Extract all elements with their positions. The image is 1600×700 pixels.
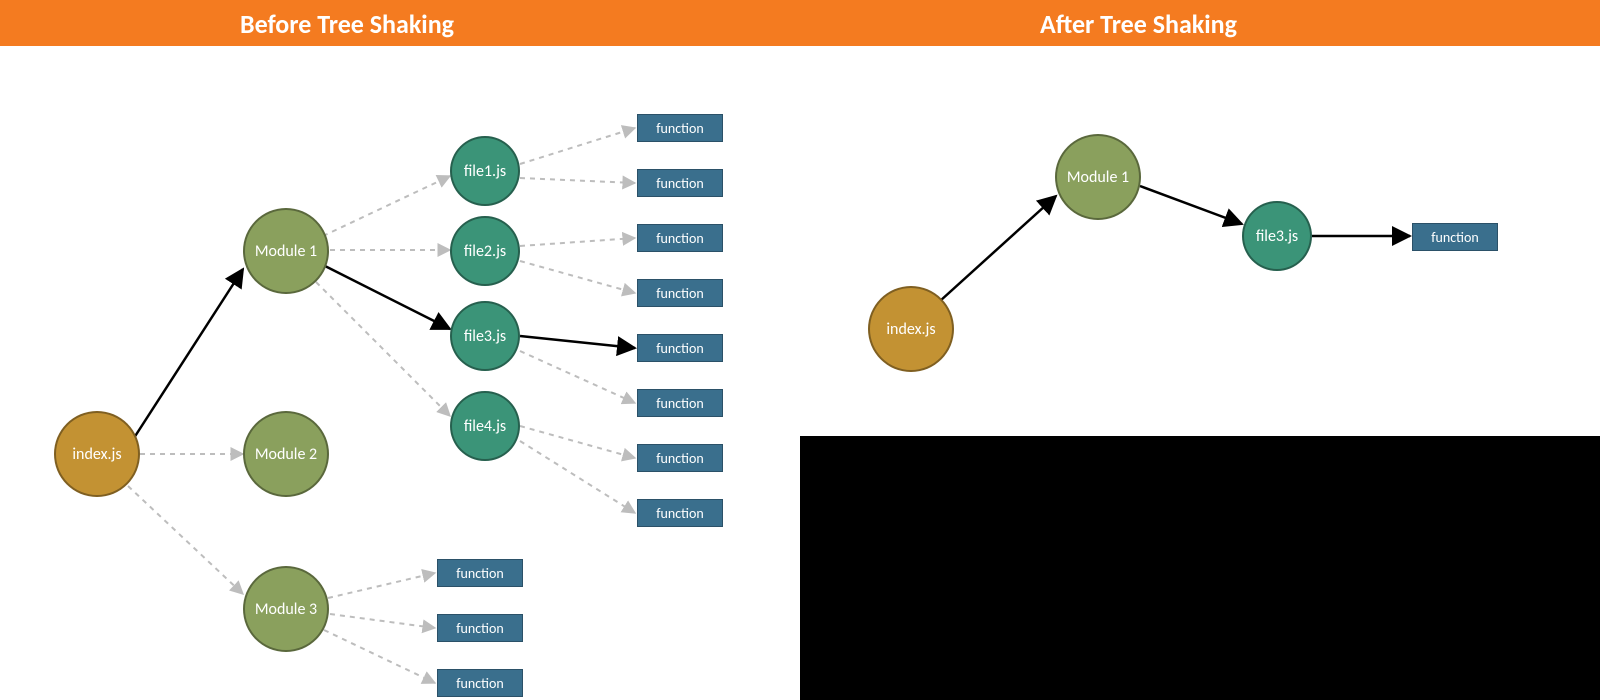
node-label: file3.js: [464, 327, 506, 346]
before-node-file4: file4.js: [450, 391, 520, 461]
before-fn-box: function: [637, 169, 723, 197]
node-label: file3.js: [1256, 227, 1298, 246]
after-node-file3: file3.js: [1242, 201, 1312, 271]
before-mod3-fn-box: function: [437, 559, 523, 587]
before-node-module2: Module 2: [243, 411, 329, 497]
before-node-module1: Module 1: [243, 208, 329, 294]
before-mod3-fn-box: function: [437, 614, 523, 642]
node-label: Module 2: [255, 445, 317, 464]
header-bar: Before Tree Shaking After Tree Shaking: [0, 0, 1600, 46]
node-label: Module 1: [255, 242, 317, 261]
before-fn-box: function: [637, 224, 723, 252]
before-fn-box: function: [637, 114, 723, 142]
after-fn-box: function: [1412, 223, 1498, 251]
before-panel: index.js Module 1 Module 2 Module 3 file…: [0, 46, 800, 700]
before-node-module3: Module 3: [243, 566, 329, 652]
after-title: After Tree Shaking: [1040, 8, 1237, 40]
before-edges: [0, 46, 800, 700]
before-node-file1: file1.js: [450, 136, 520, 206]
node-label: Module 1: [1067, 168, 1129, 187]
before-title: Before Tree Shaking: [240, 8, 454, 40]
node-label: file2.js: [464, 242, 506, 261]
before-node-index: index.js: [54, 411, 140, 497]
node-label: index.js: [886, 320, 935, 339]
after-panel: index.js Module 1 file3.js function: [800, 46, 1600, 700]
before-fn-box: function: [637, 499, 723, 527]
before-node-file3: file3.js: [450, 301, 520, 371]
node-label: index.js: [72, 445, 121, 464]
after-node-module1: Module 1: [1055, 134, 1141, 220]
before-fn-box: function: [637, 334, 723, 362]
node-label: file1.js: [464, 162, 506, 181]
black-fill: [800, 436, 1600, 700]
before-node-file2: file2.js: [450, 216, 520, 286]
before-fn-box: function: [637, 389, 723, 417]
node-label: file4.js: [464, 417, 506, 436]
node-label: Module 3: [255, 600, 317, 619]
before-fn-box: function: [637, 444, 723, 472]
after-node-index: index.js: [868, 286, 954, 372]
before-fn-box: function: [637, 279, 723, 307]
before-mod3-fn-box: function: [437, 669, 523, 697]
